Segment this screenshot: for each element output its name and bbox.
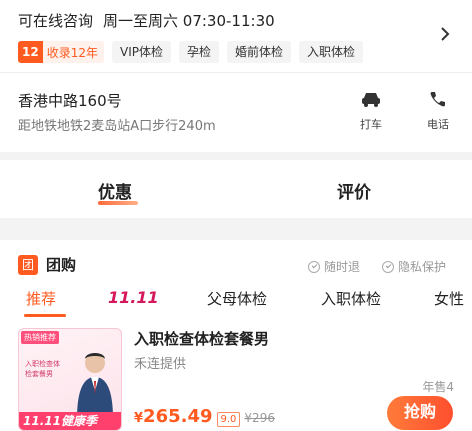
taxi-label: 打车 bbox=[360, 118, 382, 131]
group-buy-icon: 团 bbox=[18, 254, 38, 275]
image-caption: 入职检查体检套餐男 bbox=[25, 360, 60, 378]
shop-detail-page: 可在线咨询 周一至周六 07:30-11:30 12 收录12年 VIP体检 孕检… bbox=[0, 0, 472, 431]
tab-pingjia[interactable]: 评价 bbox=[337, 178, 371, 203]
check-circle-icon bbox=[308, 260, 320, 273]
divider bbox=[0, 72, 472, 73]
deal-category-tabs: 推荐 11.11 父母体检 入职体检 女性 bbox=[0, 284, 472, 317]
car-icon bbox=[360, 93, 382, 112]
buy-button[interactable]: 抢购 bbox=[387, 396, 453, 430]
tag-premarital: 婚前体检 bbox=[227, 41, 292, 63]
subtab-double-eleven[interactable]: 11.11 bbox=[108, 288, 159, 307]
guarantee-refund-text: 随时退 bbox=[324, 260, 361, 274]
business-hours[interactable]: 可在线咨询 周一至周六 07:30-11:30 bbox=[18, 10, 285, 31]
subtab-recommend[interactable]: 推荐 bbox=[26, 288, 56, 309]
currency-symbol: ¥ bbox=[134, 411, 144, 426]
hours-text: 周一至周六 07:30-11:30 bbox=[103, 12, 275, 30]
deal-price: ¥265.49 bbox=[134, 406, 213, 427]
subtab-active-indicator bbox=[24, 314, 66, 317]
subtab-female[interactable]: 女性 bbox=[434, 288, 464, 309]
guarantee-privacy-text: 隐私保护 bbox=[398, 260, 447, 274]
deal-sales: 年售4 bbox=[422, 380, 454, 394]
deal-item[interactable]: 热销推荐 入职检查体检套餐男 11.11健康季 入职检查体检套餐男 禾连提供 年… bbox=[0, 326, 472, 431]
check-circle-icon bbox=[382, 260, 394, 273]
subtab-parents[interactable]: 父母体检 bbox=[207, 288, 267, 309]
phone-button[interactable]: 电话 bbox=[418, 90, 458, 132]
doctor-figure bbox=[77, 353, 113, 419]
shop-tags: 12 收录12年 VIP体检 孕检 婚前体检 入职体检 bbox=[18, 41, 364, 63]
years-number: 12 bbox=[18, 41, 43, 63]
guarantee-refund: 随时退 bbox=[308, 258, 360, 275]
price-row: ¥265.49 9.0 ¥296 bbox=[134, 406, 275, 427]
phone-label: 电话 bbox=[427, 118, 449, 131]
deal-provider: 禾连提供 bbox=[134, 357, 187, 372]
guarantee-privacy: 隐私保护 bbox=[382, 258, 446, 275]
image-banner: 11.11健康季 bbox=[19, 412, 121, 430]
metro-distance: 距地铁地铁2麦岛站A口步行240m bbox=[18, 119, 216, 134]
tag-vip: VIP体检 bbox=[111, 41, 171, 63]
tag-onboarding: 入职体检 bbox=[299, 41, 364, 63]
price-value: 265.49 bbox=[143, 406, 213, 427]
taxi-button[interactable]: 打车 bbox=[351, 90, 391, 132]
image-badge: 热销推荐 bbox=[21, 331, 59, 344]
deal-title[interactable]: 入职检查体检套餐男 bbox=[134, 328, 269, 349]
group-buy-card: 团 团购 随时退 隐私保护 推荐 11.11 父母体检 入职体检 女性 热销推荐… bbox=[0, 240, 472, 431]
main-tabs: 优惠 评价 bbox=[0, 160, 472, 218]
years-badge: 12 收录12年 bbox=[18, 41, 104, 63]
tab-active-indicator bbox=[98, 201, 138, 205]
subtab-onboarding[interactable]: 入职体检 bbox=[321, 288, 381, 309]
group-buy-title: 团购 bbox=[46, 256, 77, 274]
address[interactable]: 香港中路160号 bbox=[18, 90, 122, 111]
chevron-right-icon[interactable] bbox=[440, 26, 450, 47]
discount-badge: 9.0 bbox=[216, 412, 241, 427]
group-buy-header: 团 团购 bbox=[18, 254, 76, 275]
deal-image[interactable]: 热销推荐 入职检查体检套餐男 11.11健康季 bbox=[18, 328, 122, 431]
years-text: 收录12年 bbox=[46, 45, 98, 60]
tab-youhui[interactable]: 优惠 bbox=[98, 178, 132, 203]
online-consult-text: 可在线咨询 bbox=[18, 12, 94, 30]
shop-info-card: 可在线咨询 周一至周六 07:30-11:30 12 收录12年 VIP体检 孕检… bbox=[0, 0, 472, 152]
phone-icon bbox=[429, 92, 447, 112]
original-price: ¥296 bbox=[244, 411, 275, 425]
tag-pregnancy: 孕检 bbox=[178, 41, 219, 63]
